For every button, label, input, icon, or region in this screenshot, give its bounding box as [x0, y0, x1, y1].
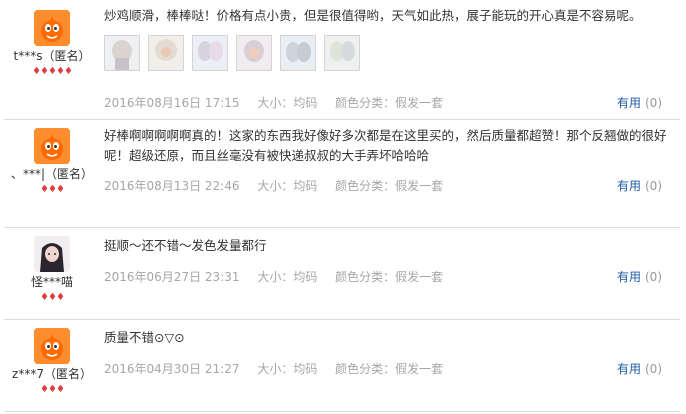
- useful-vote[interactable]: 有用 (0): [617, 177, 662, 194]
- review-photo-thumb[interactable]: [236, 35, 272, 71]
- review-text: 挺顺～还不错～发色发量都行: [104, 238, 267, 253]
- review-text: 炒鸡顺滑，棒棒哒！价格有点小贵，但是很值得哟，天气如此热，展子能玩的开心真是不容…: [104, 8, 642, 23]
- review-text: 质量不错⊙▽⊙: [104, 330, 185, 345]
- user-photo-avatar-icon[interactable]: [34, 236, 70, 272]
- review-meta: 2016年08月13日 22:46 大小：均码 颜色分类：假发一套: [104, 177, 457, 194]
- username: t***s（匿名）: [13, 49, 91, 63]
- review-text: 好棒啊啊啊啊啊真的！这家的东西我好像好多次都是在这里买的，然后质量都超赞！那个反…: [104, 128, 667, 163]
- reputation-badge: ♦♦♦: [40, 184, 65, 195]
- useful-count: (0): [645, 179, 662, 193]
- reputation-badge: ♦♦♦: [40, 384, 65, 395]
- review-color: 颜色分类：假发一套: [335, 179, 444, 193]
- review-size: 大小：均码: [257, 96, 318, 110]
- review-user: 、***|（匿名） ♦♦♦: [4, 120, 100, 196]
- review-date: 2016年08月13日 22:46: [104, 179, 240, 193]
- review-photo-thumb[interactable]: [192, 35, 228, 71]
- useful-button[interactable]: 有用: [617, 362, 641, 376]
- review-photo-thumb[interactable]: [104, 35, 140, 71]
- useful-vote[interactable]: 有用 (0): [617, 94, 662, 111]
- review-photo-thumb[interactable]: [324, 35, 360, 71]
- orange-taobao-avatar-icon[interactable]: [34, 328, 70, 364]
- review-size: 大小：均码: [257, 362, 318, 376]
- reputation-badge: ♦♦♦: [40, 292, 65, 303]
- username: z***7（匿名）: [12, 367, 92, 381]
- review-item: 怪***喵 ♦♦♦ 挺顺～还不错～发色发量都行 2016年06月27日 23:3…: [4, 228, 680, 320]
- review-item: 、***|（匿名） ♦♦♦ 好棒啊啊啊啊啊真的！这家的东西我好像好多次都是在这里…: [4, 120, 680, 228]
- review-color: 颜色分类：假发一套: [335, 270, 444, 284]
- review-size: 大小：均码: [257, 179, 318, 193]
- review-photo-thumb[interactable]: [280, 35, 316, 71]
- orange-taobao-avatar-icon[interactable]: [34, 128, 70, 164]
- username: 怪***喵: [30, 275, 73, 289]
- review-meta: 2016年04月30日 21:27 大小：均码 颜色分类：假发一套: [104, 360, 457, 377]
- review-user: t***s（匿名） ♦♦♦♦♦: [4, 6, 100, 78]
- useful-count: (0): [645, 96, 662, 110]
- review-date: 2016年08月16日 17:15: [104, 96, 240, 110]
- review-meta: 2016年06月27日 23:31 大小：均码 颜色分类：假发一套: [104, 268, 457, 285]
- review-list: t***s（匿名） ♦♦♦♦♦ 炒鸡顺滑，棒棒哒！价格有点小贵，但是很值得哟，天…: [0, 0, 686, 414]
- orange-taobao-avatar-icon[interactable]: [34, 10, 70, 46]
- review-date: 2016年06月27日 23:31: [104, 270, 240, 284]
- review-photos: [104, 35, 680, 71]
- review-color: 颜色分类：假发一套: [335, 362, 444, 376]
- reputation-badge: ♦♦♦♦♦: [32, 66, 73, 77]
- useful-count: (0): [645, 362, 662, 376]
- review-size: 大小：均码: [257, 270, 318, 284]
- review-user: 怪***喵 ♦♦♦: [4, 228, 100, 304]
- review-meta: 2016年08月16日 17:15 大小：均码 颜色分类：假发一套: [104, 94, 457, 111]
- useful-button[interactable]: 有用: [617, 270, 641, 284]
- review-item: z***7（匿名） ♦♦♦ 质量不错⊙▽⊙ 2016年04月30日 21:27 …: [4, 320, 680, 412]
- review-date: 2016年04月30日 21:27: [104, 362, 240, 376]
- useful-count: (0): [645, 270, 662, 284]
- useful-vote[interactable]: 有用 (0): [617, 360, 662, 377]
- review-item: t***s（匿名） ♦♦♦♦♦ 炒鸡顺滑，棒棒哒！价格有点小贵，但是很值得哟，天…: [4, 6, 680, 120]
- review-color: 颜色分类：假发一套: [335, 96, 444, 110]
- useful-button[interactable]: 有用: [617, 179, 641, 193]
- review-user: z***7（匿名） ♦♦♦: [4, 320, 100, 396]
- useful-button[interactable]: 有用: [617, 96, 641, 110]
- review-photo-thumb[interactable]: [148, 35, 184, 71]
- username: 、***|（匿名）: [10, 167, 94, 181]
- useful-vote[interactable]: 有用 (0): [617, 268, 662, 285]
